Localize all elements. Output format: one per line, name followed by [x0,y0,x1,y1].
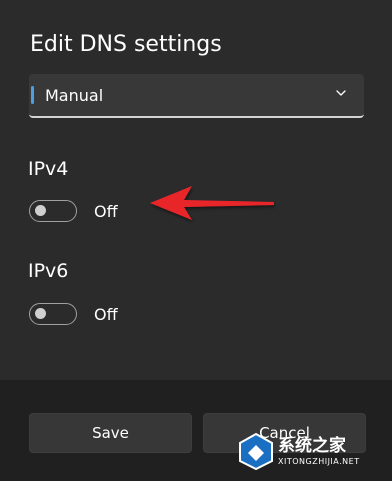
toggle-knob [35,308,46,319]
watermark-subtext: XITONGZHIJIA.NET [278,457,360,466]
edit-dns-dialog: Edit DNS settings Manual IPv4 Off IPv6 O… [0,0,392,481]
toggle-knob [35,205,46,216]
dialog-title: Edit DNS settings [30,32,222,57]
chevron-down-icon [336,90,346,96]
ipv4-toggle-state: Off [94,202,118,221]
ipv6-toggle[interactable] [29,303,77,325]
ipv4-label: IPv4 [28,158,69,180]
dns-mode-dropdown[interactable]: Manual [29,74,364,118]
ipv6-label: IPv6 [28,260,69,282]
selection-accent-bar [31,86,34,104]
watermark-icon [239,432,273,471]
ipv6-toggle-state: Off [94,305,118,324]
dropdown-selected-value: Manual [45,86,104,105]
watermark-logo: 系统之家 XITONGZHIJIA.NET [236,429,386,475]
ipv4-toggle[interactable] [29,200,77,222]
arrow-left-icon [150,186,274,220]
save-button[interactable]: Save [29,413,192,453]
watermark-text: 系统之家 [278,436,346,456]
